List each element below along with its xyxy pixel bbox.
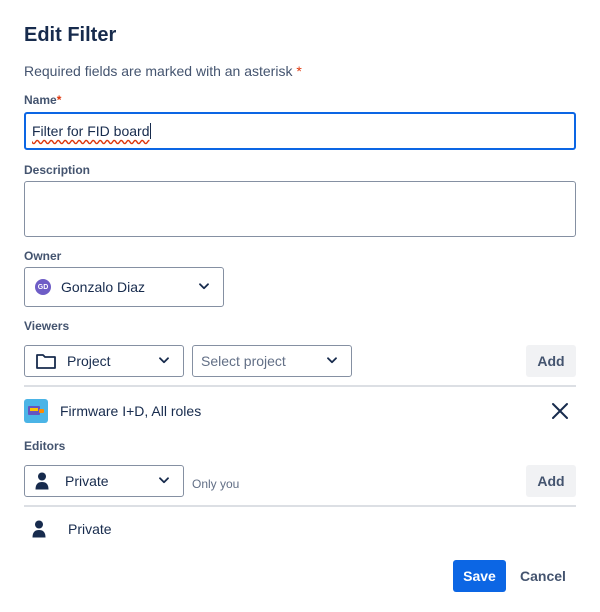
name-input-value: Filter for FID board (32, 123, 150, 139)
viewer-entry-label: Firmware I+D, All roles (60, 403, 202, 419)
person-icon (32, 520, 46, 538)
editors-label: Editors (24, 439, 66, 453)
viewers-label: Viewers (24, 319, 70, 333)
project-avatar-icon (24, 399, 48, 423)
required-note-text: Required fields are marked with an aster… (24, 63, 293, 79)
project-select[interactable]: Select project (192, 345, 352, 377)
required-asterisk: * (296, 63, 302, 79)
chevron-down-icon (159, 357, 169, 364)
viewer-entry: Firmware I+D, All roles (24, 399, 201, 423)
text-caret (150, 123, 152, 139)
edit-filter-dialog: Edit Filter Required fields are marked w… (0, 0, 600, 612)
folder-icon (36, 354, 56, 369)
viewers-type-select[interactable]: Project (24, 345, 184, 377)
editors-divider (24, 505, 576, 507)
owner-avatar: GD (35, 279, 51, 295)
save-button[interactable]: Save (453, 560, 506, 592)
description-textarea[interactable] (24, 181, 576, 237)
chevron-down-icon (327, 357, 337, 364)
editor-entry-label: Private (68, 521, 112, 537)
name-label: Name* (24, 93, 61, 107)
add-viewer-button[interactable]: Add (526, 345, 576, 377)
viewers-type-value: Project (67, 353, 111, 369)
project-select-placeholder: Select project (201, 353, 286, 369)
owner-select-value: Gonzalo Diaz (61, 279, 146, 295)
name-required-asterisk: * (56, 93, 62, 107)
description-label: Description (24, 163, 91, 177)
editors-type-select[interactable]: Private (24, 465, 184, 497)
add-editor-button[interactable]: Add (526, 465, 576, 497)
cancel-button[interactable]: Cancel (514, 560, 572, 592)
editors-type-value: Private (65, 473, 109, 489)
only-you-hint: Only you (192, 477, 240, 491)
name-input[interactable]: Filter for FID board (24, 112, 576, 150)
chevron-down-icon (199, 283, 209, 290)
owner-label: Owner (24, 249, 62, 263)
dialog-title: Edit Filter (24, 24, 117, 46)
name-label-text: Name (24, 93, 57, 107)
viewers-divider (24, 385, 576, 387)
person-icon (35, 472, 49, 490)
chevron-down-icon (159, 477, 169, 484)
close-icon[interactable] (549, 400, 571, 422)
owner-select[interactable]: GD Gonzalo Diaz (24, 267, 224, 307)
editor-entry: Private (24, 520, 112, 538)
required-fields-note: Required fields are marked with an aster… (24, 63, 302, 79)
